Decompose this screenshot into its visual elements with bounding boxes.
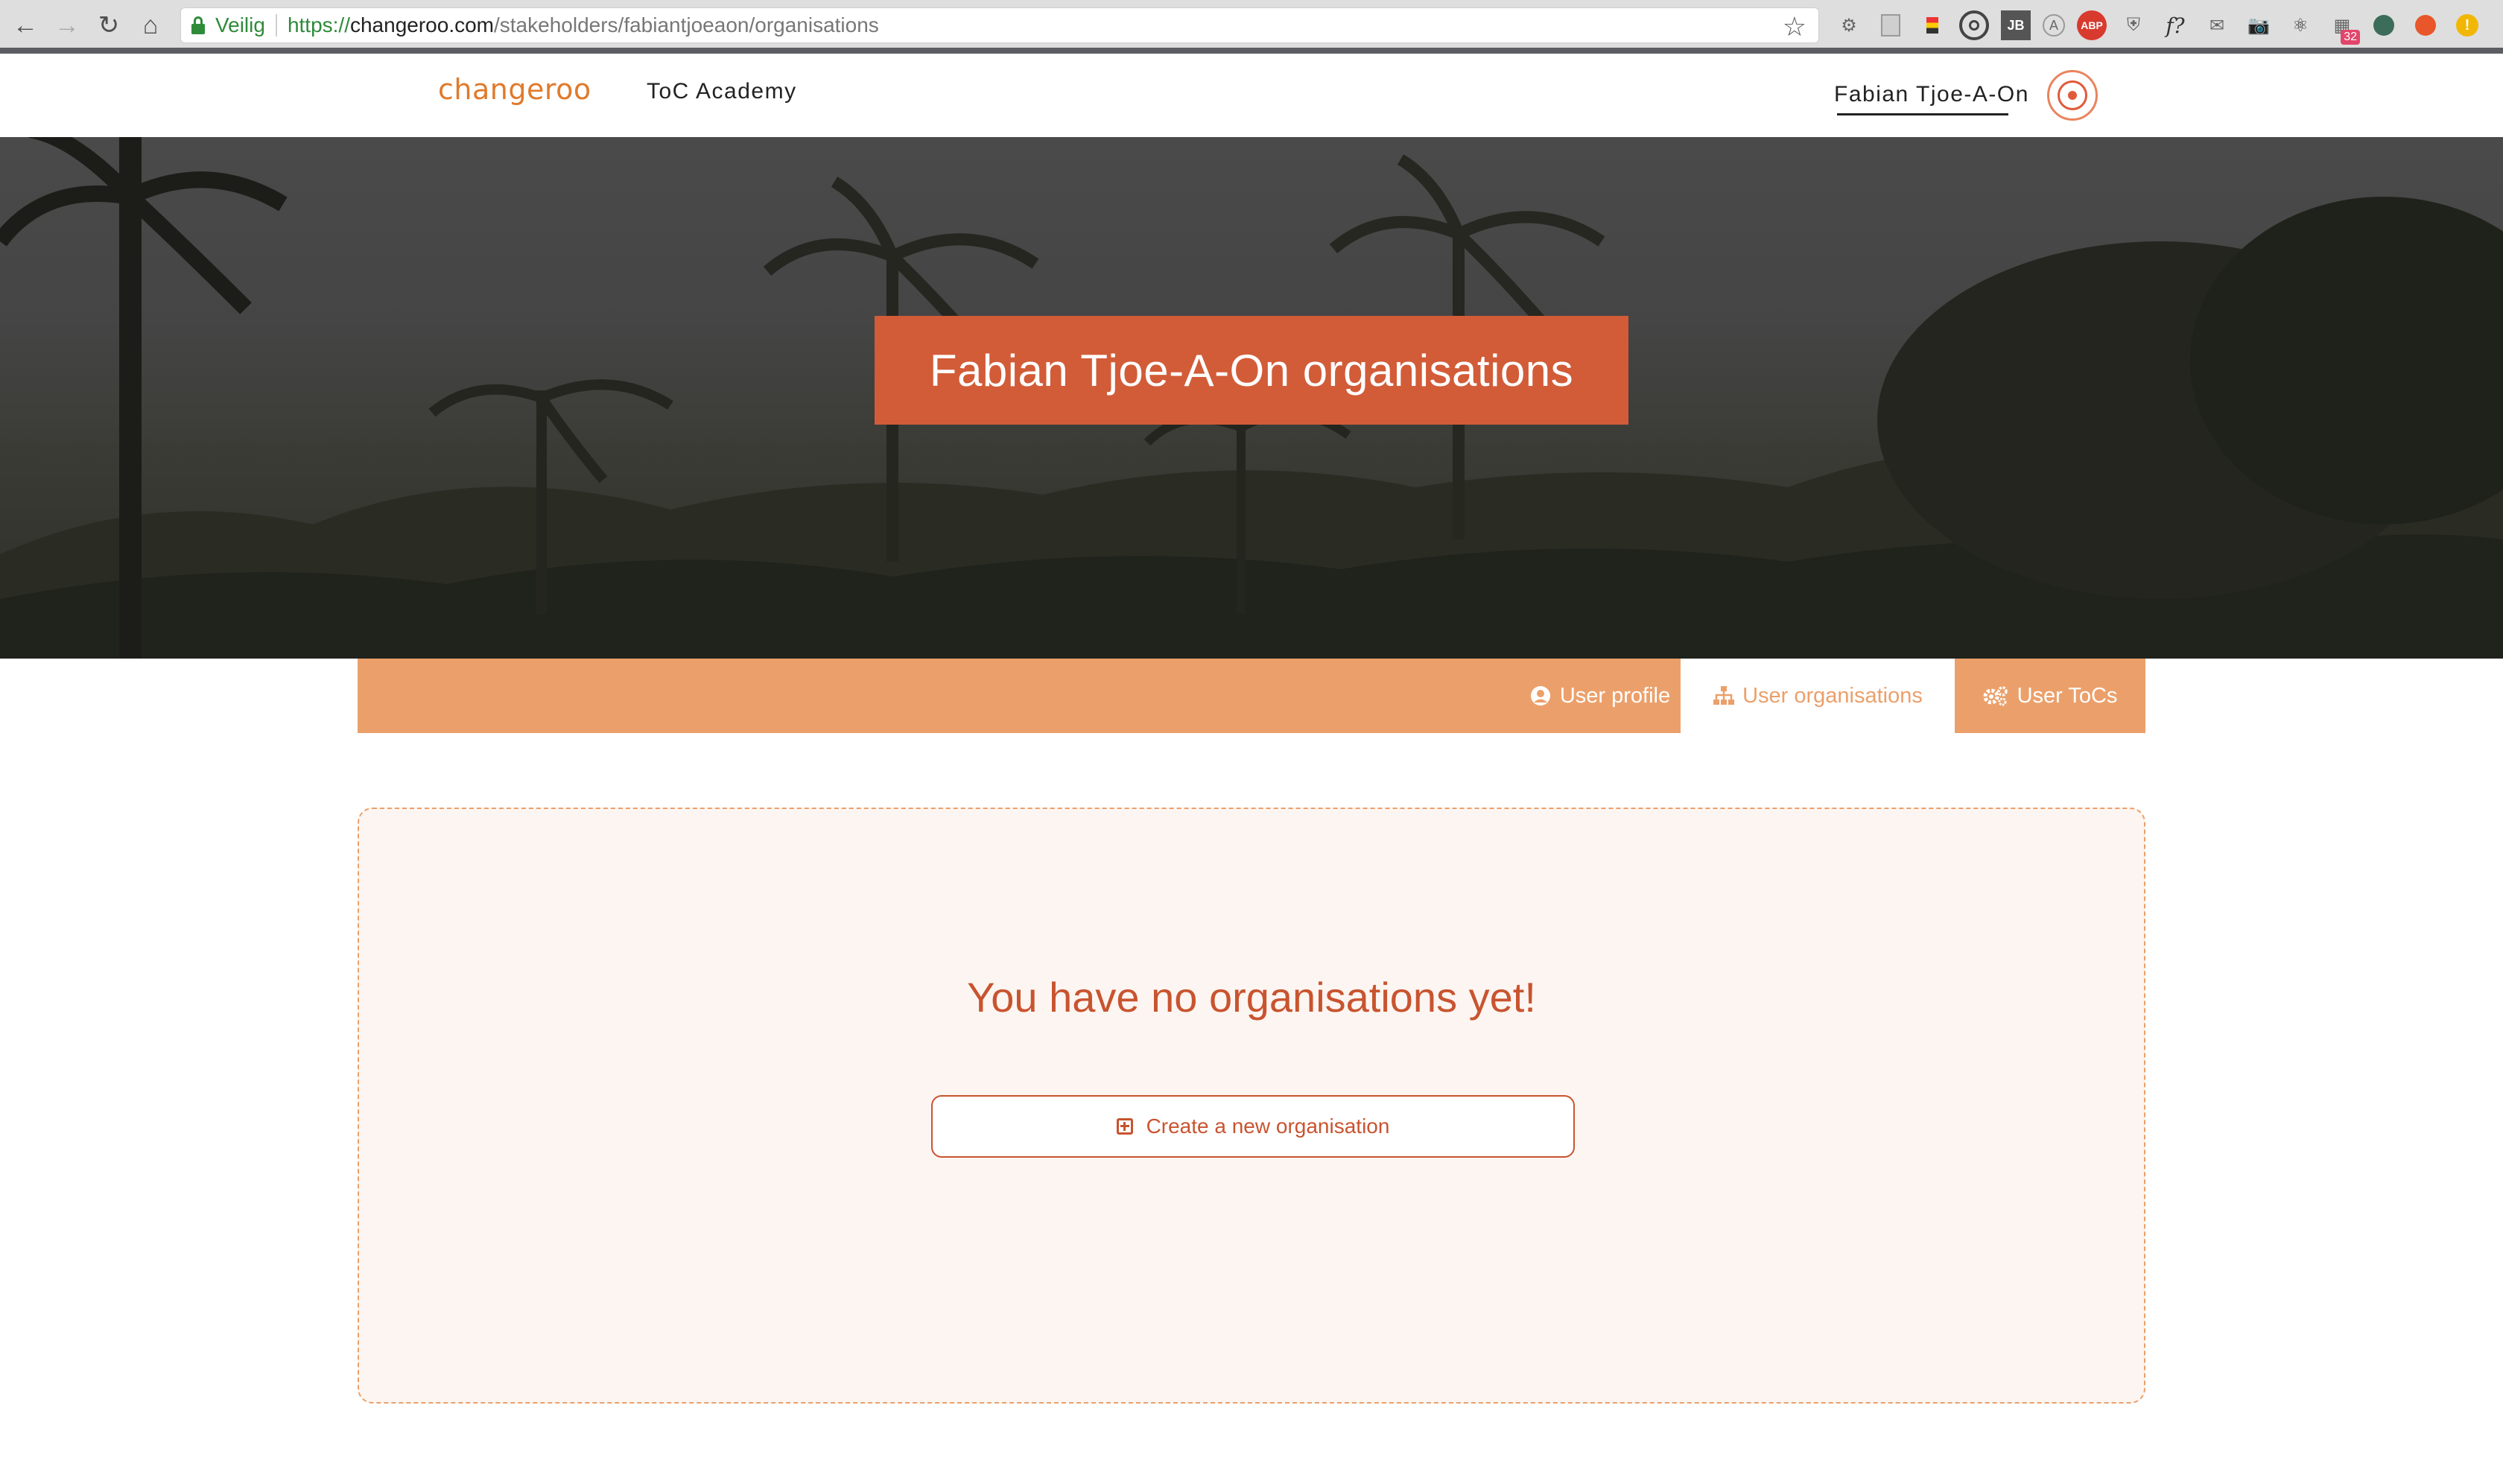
page-ext-icon[interactable] — [1876, 10, 1906, 40]
url-host: changeroo.com — [349, 13, 494, 37]
plus-square-icon — [1116, 1118, 1133, 1135]
user-name-link[interactable]: Fabian Tjoe-A-On — [1834, 82, 2029, 107]
a-ext-icon[interactable]: A — [2043, 14, 2065, 37]
extensions-bar: ⚙ JB A ABP ⛨ f? ✉ 📷 ⚛ ▦ 32 ! — [1834, 10, 2482, 45]
hero-banner: Fabian Tjoe-A-On organisations — [0, 137, 2503, 659]
create-organisation-button[interactable]: Create a new organisation — [931, 1095, 1575, 1158]
fox-ext-icon[interactable] — [2411, 10, 2440, 40]
shield-ext-icon[interactable]: ⛨ — [2119, 10, 2148, 40]
changeroo-logo[interactable]: changeroo — [438, 73, 591, 106]
url-path: /stakeholders/fabiantjoeaon/organisation… — [494, 13, 879, 37]
lock-icon — [191, 16, 205, 34]
secure-label: Veilig — [215, 13, 265, 37]
react-ext-icon[interactable]: ⚛ — [2285, 10, 2315, 40]
alert-ext-icon[interactable]: ! — [2452, 10, 2482, 40]
user-name-underline — [1837, 113, 2008, 115]
avatar[interactable] — [2047, 70, 2098, 121]
calendar-badge: 32 — [2341, 30, 2360, 45]
user-circle-icon — [1530, 685, 1551, 706]
mail-ext-icon[interactable]: ✉ — [2202, 10, 2232, 40]
empty-state-message: You have no organisations yet! — [967, 974, 1536, 1021]
reload-icon[interactable]: ↻ — [94, 10, 124, 40]
tab-user-tocs[interactable]: User ToCs — [1955, 659, 2145, 733]
circle-ext-icon[interactable] — [2369, 10, 2399, 40]
back-icon[interactable]: ← — [10, 10, 40, 40]
abp-ext-icon[interactable]: ABP — [2077, 10, 2107, 40]
site-header: changeroo ToC Academy Fabian Tjoe-A-On — [0, 54, 2503, 137]
browser-toolbar: ← → ↻ ⌂ Veilig https://changeroo.com/sta… — [0, 0, 2503, 54]
font-ext-icon[interactable]: f? — [2160, 10, 2190, 40]
url-scheme: https:// — [287, 13, 350, 37]
tab-label: User organisations — [1742, 683, 1923, 708]
cogs-icon — [1983, 685, 2008, 706]
profile-tabbar: User profile User organisations User ToC… — [358, 659, 2145, 733]
organisations-empty-state: You have no organisations yet! Create a … — [358, 808, 2145, 1404]
flag-ext-icon[interactable] — [1917, 10, 1947, 40]
page-title: Fabian Tjoe-A-On organisations — [875, 316, 1628, 425]
create-organisation-label: Create a new organisation — [1146, 1114, 1390, 1138]
home-icon[interactable]: ⌂ — [136, 10, 165, 40]
bookmark-star-icon[interactable]: ☆ — [1783, 11, 1806, 42]
tab-label: User ToCs — [2017, 683, 2118, 708]
sitemap-icon — [1713, 685, 1735, 706]
nav-toc-academy[interactable]: ToC Academy — [647, 79, 797, 104]
calendar-ext-icon[interactable]: ▦ 32 — [2327, 10, 2360, 45]
forward-icon[interactable]: → — [52, 10, 82, 40]
tab-user-profile[interactable]: User profile — [1520, 659, 1681, 733]
camera-ext-icon[interactable]: 📷 — [2244, 10, 2274, 40]
jb-ext-icon[interactable]: JB — [2001, 10, 2031, 40]
gear-ext-icon[interactable]: ⚙ — [1834, 10, 1864, 40]
tab-label: User profile — [1559, 683, 1671, 708]
toolbar-divider — [0, 48, 2503, 54]
omnibox-separator — [275, 14, 277, 37]
tab-user-organisations[interactable]: User organisations — [1681, 659, 1955, 733]
target-ext-icon[interactable] — [1959, 10, 1989, 40]
address-bar[interactable]: Veilig https://changeroo.com/stakeholder… — [180, 7, 1819, 43]
